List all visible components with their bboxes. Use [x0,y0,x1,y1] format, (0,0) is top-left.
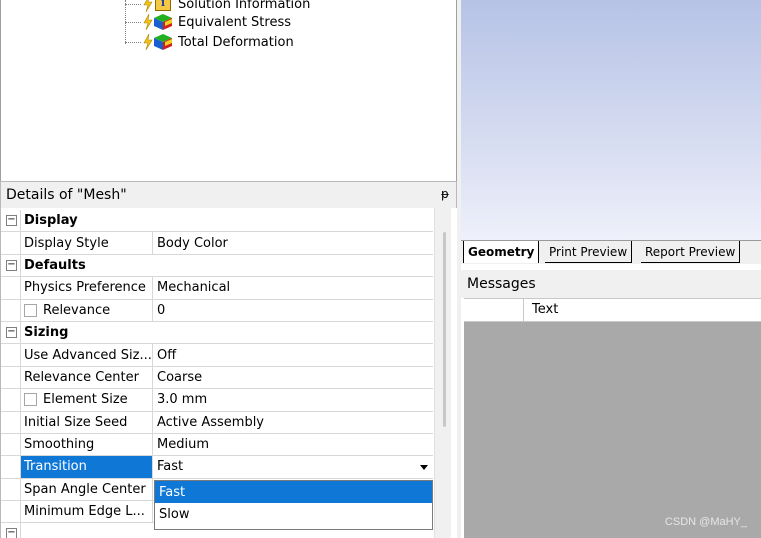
collapse-icon[interactable]: − [6,326,17,338]
row-relevance-center[interactable]: Relevance Center Coarse [1,366,433,390]
lightning-bolt-icon [143,0,153,12]
property-label: Transition [21,456,153,478]
cube-icon [154,14,172,30]
tree-branch-line [125,3,141,5]
tab-geometry[interactable]: Geometry [463,241,540,263]
result-cube-icon [143,13,175,31]
row-initial-size-seed[interactable]: Initial Size Seed Active Assembly [1,411,433,434]
messages-table-header: Text [464,298,761,322]
tree-branch-line [125,21,141,23]
row-relevance[interactable]: Relevance 0 [1,299,433,322]
dropdown-option-slow[interactable]: Slow [155,503,432,525]
tab-print-preview[interactable]: Print Preview [545,241,633,263]
tree-item-equivalent-stress[interactable]: Equivalent Stress [125,12,291,32]
property-label: Relevance [43,302,111,318]
details-grid-panel: − Display Display Style Body Color − Def… [0,208,457,538]
graphics-viewport[interactable] [461,0,761,240]
group-label: Display [24,213,78,229]
property-label: Span Angle Center [21,478,153,501]
collapse-icon[interactable]: − [6,259,17,271]
lightning-bolt-icon [143,14,153,30]
group-label: Defaults [24,257,86,273]
viewport-tab-bar: Geometry Print Preview Report Preview [461,240,761,264]
messages-column-text[interactable]: Text [532,302,558,317]
property-label: Smoothing [21,433,153,456]
messages-list: CSDN @MaHY_ [464,322,761,538]
row-element-size[interactable]: Element Size 3.0 mm [1,389,433,412]
parameter-checkbox[interactable] [24,303,37,317]
info-glyph-icon: i [155,0,171,11]
collapse-icon[interactable]: − [6,528,17,538]
lightning-bolt-icon [143,34,153,50]
tab-report-preview[interactable]: Report Preview [641,241,741,263]
tree-branch-line [125,41,141,43]
property-value[interactable]: Off [153,344,433,365]
messages-panel-title: Messages [461,270,761,298]
details-scrollbar[interactable] [434,208,451,538]
chevron-down-icon[interactable] [415,457,433,477]
scrollbar-thumb[interactable] [443,232,446,427]
messages-column-type[interactable] [464,299,524,321]
property-label: Initial Size Seed [21,411,153,433]
property-label: Minimum Edge L... [21,501,153,523]
row-smoothing[interactable]: Smoothing Medium [1,433,433,457]
transition-dropdown-list: Fast Slow [154,480,433,530]
row-transition[interactable]: Transition Fast [1,456,433,479]
property-value[interactable]: Active Assembly [153,412,433,433]
parameter-checkbox[interactable] [24,393,37,407]
pin-icon[interactable]: ᵽ [441,187,449,201]
outline-tree-panel: i Solution Information Equivalent Stress [0,0,457,181]
tree-item-total-deformation[interactable]: Total Deformation [125,32,294,52]
tree-item-label: Solution Information [178,0,311,12]
row-display-style[interactable]: Display Style Body Color [1,232,433,255]
group-label: Sizing [24,325,69,341]
dropdown-option-fast[interactable]: Fast [155,481,432,503]
collapse-icon[interactable]: − [6,215,17,226]
cube-icon [154,34,172,50]
property-value[interactable]: 3.0 mm [153,389,433,410]
property-value[interactable]: Mechanical [153,277,433,298]
result-cube-icon [143,33,175,51]
property-label: Physics Preference [21,277,153,299]
tree-item-label: Total Deformation [178,34,294,50]
transition-select[interactable]: Fast [153,456,433,477]
property-value[interactable]: Body Color [153,232,433,253]
group-defaults[interactable]: − Defaults [1,254,433,278]
property-value[interactable]: Medium [153,434,433,455]
property-label: Use Advanced Siz... [21,344,153,366]
group-sizing[interactable]: − Sizing [1,321,433,345]
details-panel-title: Details of "Mesh" [6,187,127,203]
property-value[interactable]: Coarse [153,367,433,388]
select-value: Fast [157,459,184,475]
watermark: CSDN @MaHY_ [664,516,747,528]
tree-item-label: Equivalent Stress [178,14,292,30]
details-panel-header: Details of "Mesh" ᵽ [0,181,457,208]
property-value[interactable]: 0 [153,300,433,321]
property-label: Display Style [21,232,153,254]
property-label: Relevance Center [21,366,153,389]
property-label: Element Size [43,392,128,408]
row-physics-preference[interactable]: Physics Preference Mechanical [1,277,433,300]
row-use-advanced-size[interactable]: Use Advanced Siz... Off [1,344,433,367]
group-display[interactable]: − Display [1,210,433,233]
